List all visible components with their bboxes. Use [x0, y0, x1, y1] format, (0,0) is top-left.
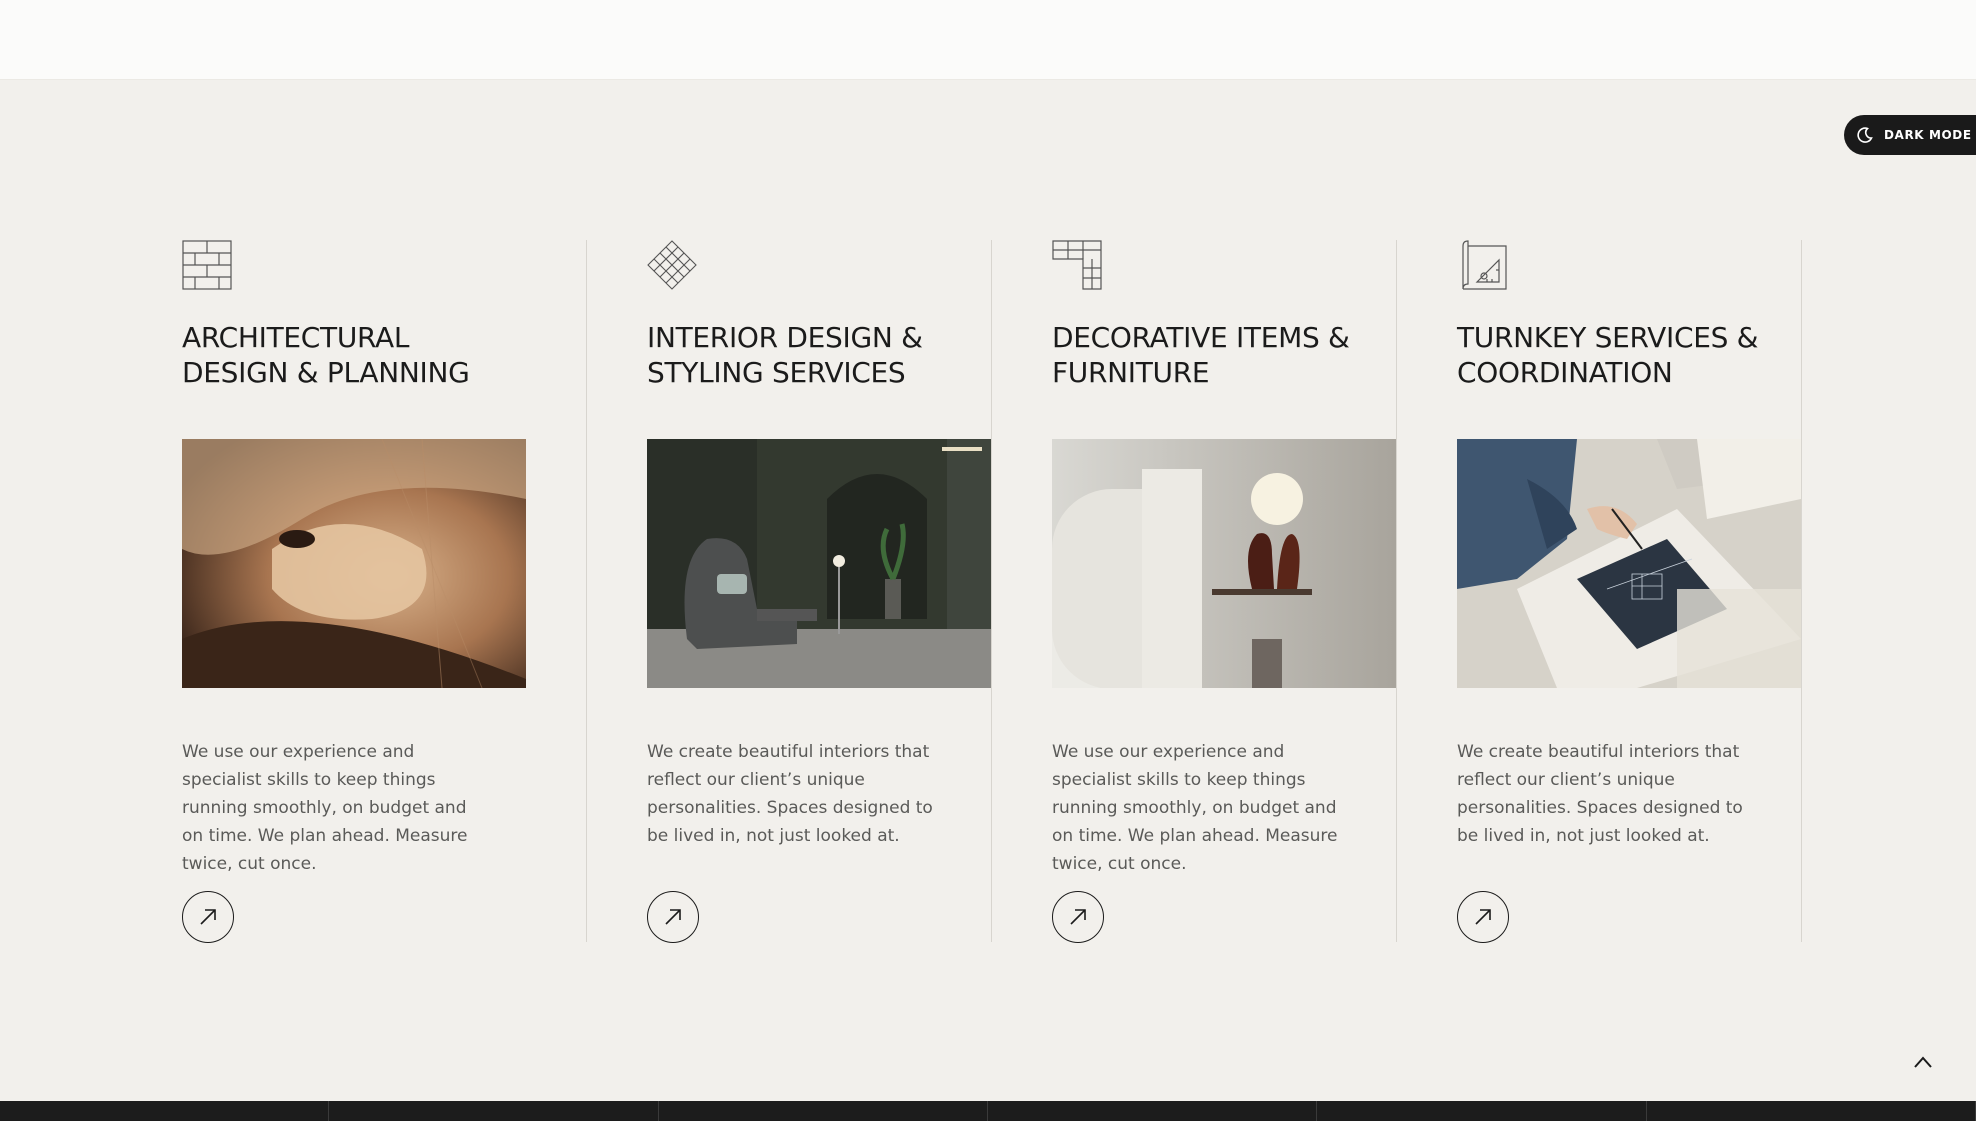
service-title: DECORATIVE ITEMS & FURNITURE — [1052, 321, 1350, 389]
service-card-architectural: ARCHITECTURAL DESIGN & PLANNING We use o… — [182, 240, 587, 943]
service-description: We use our experience and specialist ski… — [182, 742, 468, 874]
service-title: INTERIOR DESIGN & STYLING SERVICES — [647, 321, 923, 389]
service-card-turnkey: TURNKEY SERVICES & COORDINATION We creat… — [1397, 240, 1802, 943]
arrow-up-right-icon — [1070, 909, 1086, 925]
blueprint-drafting-photo — [1457, 439, 1801, 688]
scroll-to-top-button[interactable] — [1910, 1052, 1936, 1072]
site-header — [0, 0, 1976, 80]
dark-mode-toggle[interactable]: DARK MODE — [1844, 115, 1976, 155]
furniture-blocks-icon — [1052, 240, 1102, 290]
dark-mode-label: DARK MODE — [1884, 128, 1972, 142]
arrow-up-right-icon — [665, 909, 681, 925]
service-card-decorative: DECORATIVE ITEMS & FURNITURE We use our … — [992, 240, 1397, 943]
moon-icon — [1856, 126, 1874, 144]
service-title: TURNKEY SERVICES & COORDINATION — [1457, 321, 1759, 389]
spiral-staircase-photo — [182, 439, 526, 688]
service-description: We create beautiful interiors that refle… — [1457, 742, 1743, 846]
arrow-up-right-icon — [200, 909, 216, 925]
service-description: We use our experience and specialist ski… — [1052, 742, 1338, 874]
service-link-button[interactable] — [182, 891, 234, 943]
footer-top-edge — [0, 1101, 1976, 1121]
service-link-button[interactable] — [1457, 891, 1509, 943]
service-link-button[interactable] — [1052, 891, 1104, 943]
services-grid: ARCHITECTURAL DESIGN & PLANNING We use o… — [182, 240, 1802, 943]
service-title: ARCHITECTURAL DESIGN & PLANNING — [182, 321, 470, 389]
chevron-up-icon — [1914, 1056, 1932, 1068]
brick-wall-icon — [182, 240, 232, 290]
lounge-chair-interior-photo — [647, 439, 991, 688]
service-description: We create beautiful interiors that refle… — [647, 742, 933, 846]
service-card-interior: INTERIOR DESIGN & STYLING SERVICES We cr… — [587, 240, 992, 943]
sculptural-lamp-photo — [1052, 439, 1396, 688]
arrow-up-right-icon — [1475, 909, 1491, 925]
blueprint-ruler-icon — [1457, 240, 1507, 290]
diamond-lattice-icon — [647, 240, 697, 290]
service-link-button[interactable] — [647, 891, 699, 943]
